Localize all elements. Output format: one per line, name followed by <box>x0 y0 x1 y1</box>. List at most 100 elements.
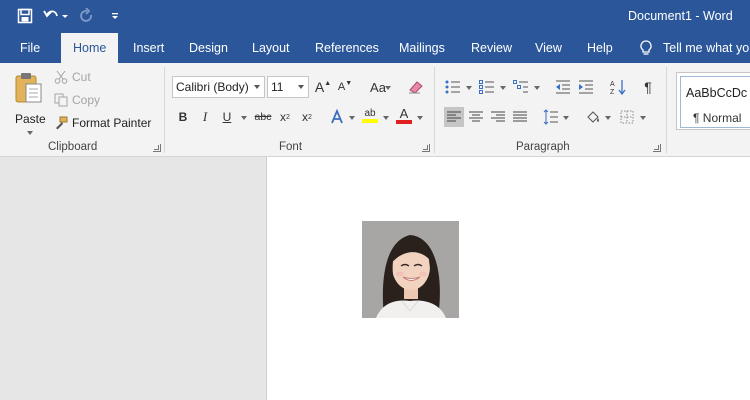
font-color-bar <box>396 119 412 124</box>
bullet-list-icon <box>445 80 460 94</box>
decrease-indent-icon <box>556 80 570 94</box>
chevron-down-icon <box>254 85 260 89</box>
borders-icon <box>620 110 634 124</box>
grow-font-button[interactable]: A ▲ <box>313 77 333 97</box>
chevron-down-icon <box>349 116 355 120</box>
show-hide-marks-button[interactable]: ¶ <box>638 77 658 97</box>
paintbrush-icon <box>56 116 68 130</box>
font-size-select[interactable]: 11 <box>267 76 309 98</box>
quick-access-toolbar <box>14 6 132 26</box>
align-right-button[interactable] <box>488 107 508 127</box>
align-left-icon <box>447 111 461 122</box>
tab-file[interactable]: File <box>20 33 40 63</box>
paste-label: Paste <box>15 112 46 126</box>
font-group-label: Font <box>279 141 303 153</box>
save-button[interactable] <box>14 6 36 26</box>
document-page[interactable] <box>266 157 750 400</box>
font-color-button[interactable]: A <box>394 105 414 125</box>
multilevel-list-button[interactable] <box>511 77 531 97</box>
redo-button[interactable] <box>76 6 98 26</box>
save-icon <box>17 8 33 24</box>
copy-button[interactable]: Copy <box>54 93 100 107</box>
chevron-down-icon <box>298 85 304 89</box>
tab-design[interactable]: Design <box>189 33 228 63</box>
bold-icon: B <box>178 110 188 124</box>
italic-icon: I <box>202 109 208 124</box>
tell-me-label: Tell me what yo <box>663 41 750 55</box>
document-area <box>0 157 750 400</box>
highlighter-icon: ab <box>364 107 376 119</box>
ribbon-home: Paste Cut Copy Format Painter Clipboard … <box>0 63 750 157</box>
group-divider <box>434 67 435 153</box>
bold-button[interactable]: B <box>173 107 193 127</box>
line-spacing-button[interactable] <box>541 107 561 127</box>
line-spacing-icon <box>543 109 558 125</box>
tab-view[interactable]: View <box>535 33 562 63</box>
tab-mailings[interactable]: Mailings <box>399 33 445 63</box>
svg-text:Z: Z <box>610 89 615 95</box>
chevron-down-icon <box>534 86 540 90</box>
tab-home[interactable]: Home <box>61 33 119 63</box>
group-divider <box>164 67 165 153</box>
styles-gallery: AaBbCcDc ¶ Normal <box>676 72 750 130</box>
chevron-down-icon <box>500 86 506 90</box>
font-launcher-icon[interactable] <box>422 144 430 152</box>
decrease-indent-button[interactable] <box>553 77 573 97</box>
group-divider <box>666 67 667 153</box>
clipboard-launcher-icon[interactable] <box>153 144 161 152</box>
portrait-photo[interactable] <box>362 221 459 318</box>
subscript-button[interactable]: x2 <box>275 107 295 127</box>
scissors-icon <box>54 70 68 84</box>
justify-button[interactable] <box>510 107 530 127</box>
format-painter-button[interactable]: Format Painter <box>54 116 151 130</box>
clipboard-group-label: Clipboard <box>48 141 98 153</box>
text-effects-button[interactable] <box>327 107 347 127</box>
clipboard-icon <box>15 73 42 103</box>
shading-button[interactable] <box>583 107 603 127</box>
italic-button[interactable]: I <box>195 107 215 127</box>
font-size-value: 11 <box>271 80 284 94</box>
tab-references[interactable]: References <box>315 33 379 63</box>
sort-icon: AZ <box>610 80 626 95</box>
shrink-font-button[interactable]: A ▼ <box>335 77 355 97</box>
paragraph-group-label: Paragraph <box>516 141 570 153</box>
highlight-button[interactable]: ab <box>359 105 381 125</box>
sort-button[interactable]: AZ <box>608 77 628 97</box>
multilevel-list-icon <box>513 80 528 93</box>
undo-icon <box>43 10 68 18</box>
cut-button[interactable]: Cut <box>54 70 91 84</box>
copy-icon <box>54 93 68 107</box>
font-name-select[interactable]: Calibri (Body) <box>172 76 265 98</box>
align-left-button[interactable] <box>444 107 464 127</box>
underline-icon: U <box>222 110 232 124</box>
cut-label: Cut <box>72 70 91 84</box>
paragraph-launcher-icon[interactable] <box>653 144 661 152</box>
lightbulb-icon <box>640 40 652 55</box>
borders-button[interactable] <box>617 107 637 127</box>
change-case-icon: Aa <box>370 79 386 95</box>
increase-indent-button[interactable] <box>576 77 596 97</box>
style-normal[interactable]: AaBbCcDc ¶ Normal <box>680 76 750 128</box>
style-name: ¶ Normal <box>693 111 742 125</box>
clear-formatting-button[interactable] <box>406 77 426 97</box>
paste-dropdown-icon <box>27 131 33 135</box>
paste-button[interactable]: Paste <box>10 69 50 139</box>
bullets-button[interactable] <box>443 77 463 97</box>
tab-review[interactable]: Review <box>471 33 512 63</box>
grow-font-icon: A <box>314 79 325 95</box>
title-bar: Document1 - Word <box>0 0 750 33</box>
numbering-button[interactable] <box>477 77 497 97</box>
tab-layout[interactable]: Layout <box>252 33 290 63</box>
tab-insert[interactable]: Insert <box>133 33 164 63</box>
underline-button[interactable]: U <box>217 107 237 127</box>
eraser-icon <box>409 81 423 94</box>
superscript-button[interactable]: x2 <box>297 107 317 127</box>
ribbon-tabs: File Home Insert Design Layout Reference… <box>0 33 750 63</box>
undo-button[interactable] <box>42 6 70 26</box>
customize-qat-button[interactable] <box>104 6 126 26</box>
tab-help[interactable]: Help <box>587 33 613 63</box>
align-center-button[interactable] <box>466 107 486 127</box>
increase-indent-icon <box>579 80 593 94</box>
strikethrough-button[interactable]: abc <box>252 107 274 127</box>
tell-me-box[interactable]: Tell me what yo <box>640 33 749 63</box>
